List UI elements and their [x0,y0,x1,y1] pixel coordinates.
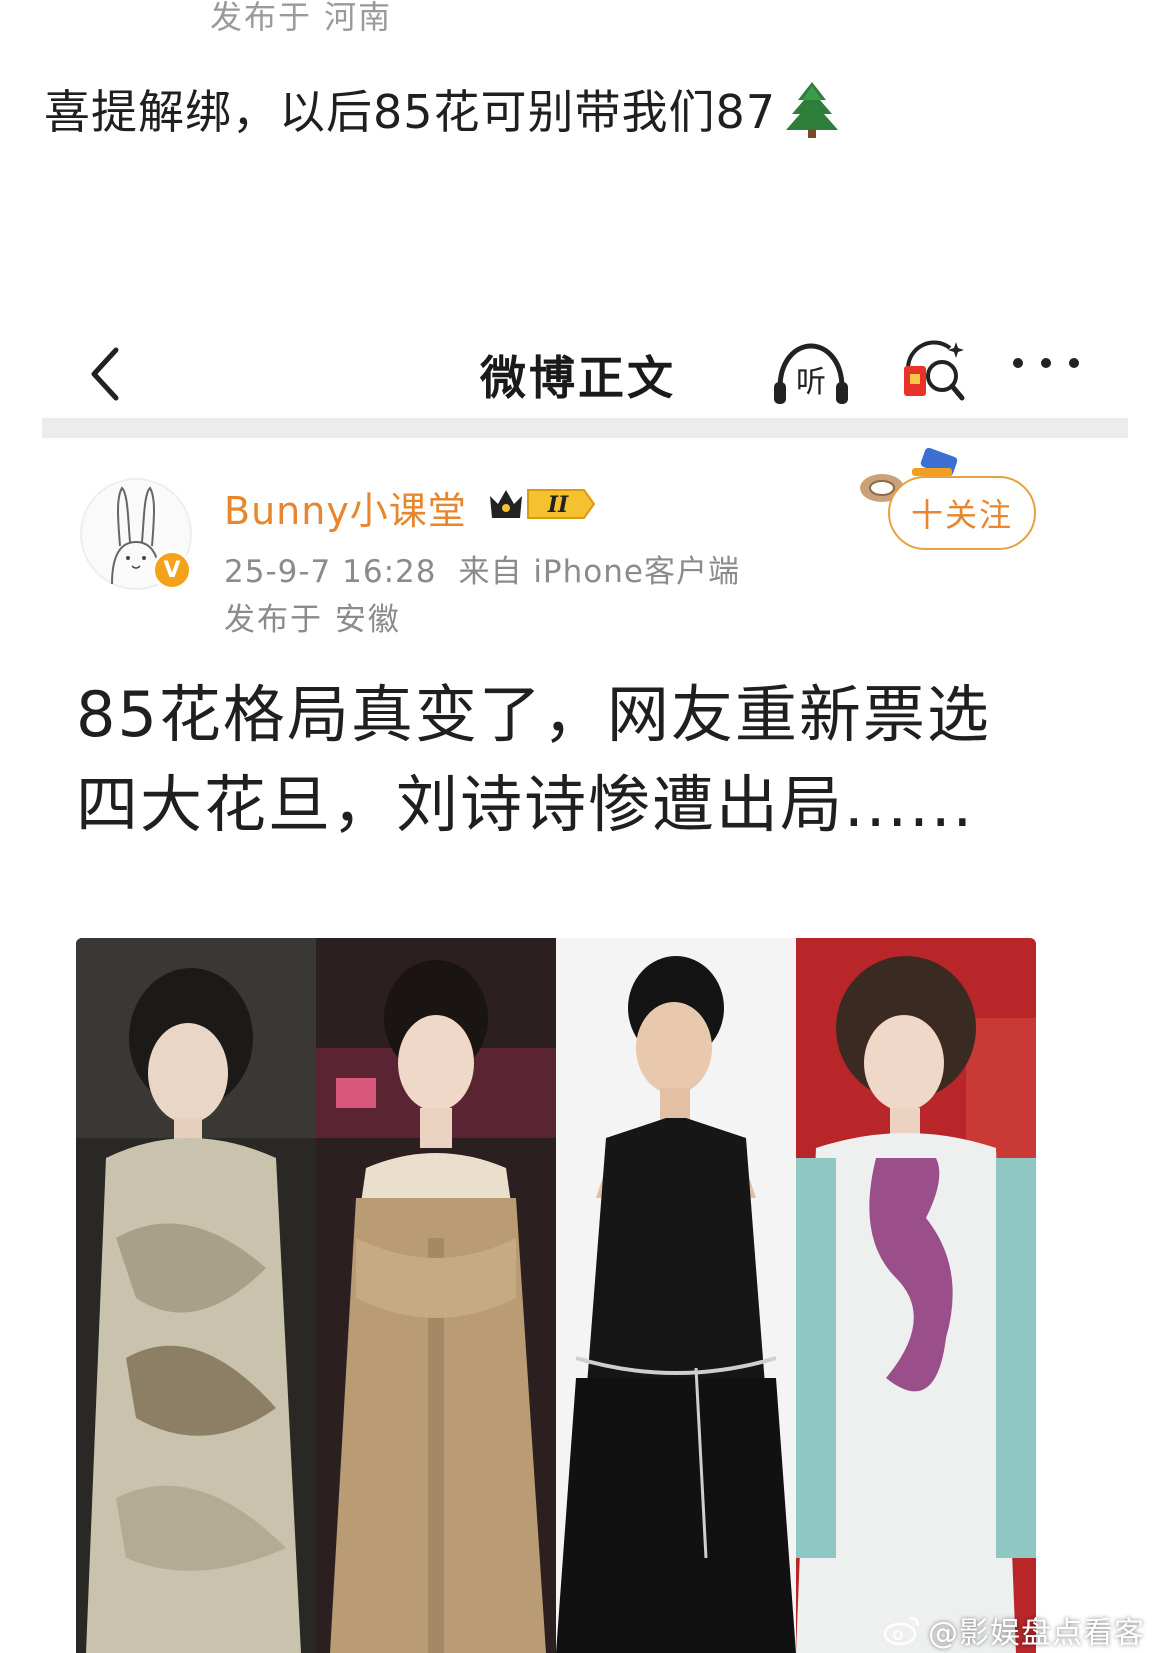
weibo-icon [883,1616,920,1646]
author-name[interactable]: Bunny小课堂 [224,480,467,535]
back-icon[interactable] [82,338,132,408]
photo-1[interactable] [76,938,316,1653]
photo-4[interactable] [796,938,1036,1653]
publish-location: 发布于 安徽 [224,602,401,638]
outer-post-text-row: 喜提解绑，以后85花可别带我们87 [44,76,842,142]
redpacket-icon[interactable] [898,338,970,410]
photo-3-image [556,938,796,1653]
photo-3[interactable] [556,938,796,1653]
photo-1-image [76,938,316,1653]
tree-icon [786,82,839,138]
listen-button[interactable]: 听 [768,336,854,414]
watermark-text: @影娱盘点看客 [928,1616,1145,1651]
post-date: 25-9-7 16:28 [224,554,437,590]
embedded-screenshot: 微博正文 听 V Bunny小课堂 II 25-9-7 16:28 来自 iPh… [42,318,1128,1653]
page: 发布于 河南 喜提解绑，以后85花可别带我们87 微博正文 听 V Bunny小… [0,0,1169,1653]
page-title: 微博正文 [480,351,676,405]
watermark: @影娱盘点看客 [882,1608,1145,1652]
photo-4-image [796,938,1036,1653]
post-title: 85花格局真变了，网友重新票选四大花旦，刘诗诗惨遭出局...... [76,678,991,841]
crown-badge-icon: II [490,489,596,519]
post-meta: 25-9-7 16:28 来自 iPhone客户端 [224,546,740,591]
post-source: 来自 iPhone客户端 [458,554,740,590]
more-icon[interactable] [1010,348,1086,378]
outer-post-location: 发布于 河南 [210,0,393,36]
listen-label: 听 [796,365,826,400]
follow-button[interactable]: 十关注 [888,476,1036,550]
photo-strip [76,938,1036,1653]
level-badge-label: II [547,492,569,518]
headphone-icon: 听 [774,343,848,404]
photo-2-image [316,938,556,1653]
photo-2[interactable] [316,938,556,1653]
divider [42,418,1128,438]
outer-post-text: 喜提解绑，以后85花可别带我们87 [44,85,777,139]
verified-badge: V [152,550,192,590]
